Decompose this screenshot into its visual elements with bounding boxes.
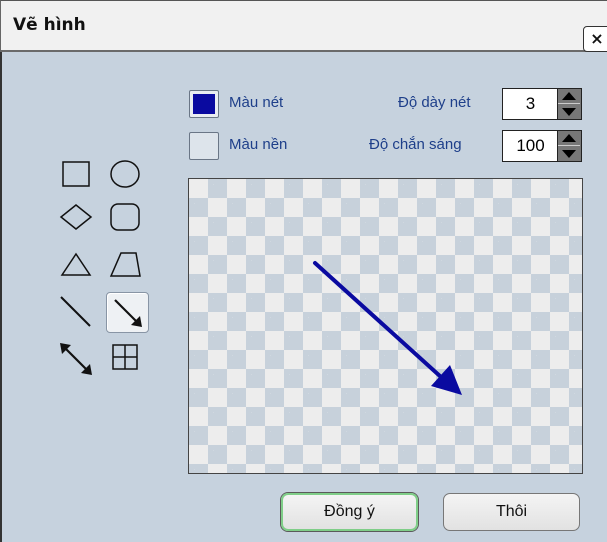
- arrow-down-icon: [562, 108, 576, 116]
- tool-arrow[interactable]: [106, 292, 149, 333]
- opacity-spin-buttons: [557, 131, 581, 161]
- tool-rounded-rectangle[interactable]: [106, 198, 144, 236]
- triangle-icon: [60, 252, 92, 276]
- stroke-color-fill: [193, 94, 215, 114]
- drawing-canvas[interactable]: [188, 178, 583, 474]
- arrow-up-icon: [562, 92, 576, 100]
- trapezoid-icon: [109, 252, 141, 277]
- stroke-width-label: Độ dày nét: [398, 94, 471, 111]
- tool-rectangle[interactable]: [57, 155, 95, 193]
- title-bar: Vẽ hình ×: [0, 0, 607, 52]
- tool-grid[interactable]: [106, 338, 144, 376]
- arrow-icon: [114, 299, 142, 327]
- double-arrow-icon: [60, 343, 92, 375]
- fill-color-swatch[interactable]: [189, 132, 219, 160]
- tool-triangle[interactable]: [57, 245, 95, 283]
- stroke-width-increment[interactable]: [558, 89, 580, 104]
- dialog-title: Vẽ hình: [13, 15, 86, 35]
- tool-diamond[interactable]: [57, 198, 95, 236]
- close-button[interactable]: ×: [583, 26, 607, 52]
- opacity-input[interactable]: 100: [503, 131, 558, 161]
- fill-color-fill: [193, 136, 215, 156]
- diamond-icon: [59, 204, 93, 230]
- stroke-width-spin-buttons: [557, 89, 581, 119]
- tool-double-arrow[interactable]: [57, 340, 95, 378]
- opacity-label: Độ chắn sáng: [369, 136, 462, 153]
- grid-icon: [112, 344, 138, 370]
- tool-trapezoid[interactable]: [106, 245, 144, 283]
- line-icon: [60, 296, 91, 327]
- cancel-button[interactable]: Thôi: [443, 493, 580, 531]
- opacity-spinner: 100: [502, 130, 582, 162]
- tool-ellipse[interactable]: [106, 155, 144, 193]
- arrow-up-icon: [562, 134, 576, 142]
- stroke-color-swatch[interactable]: [189, 90, 219, 118]
- tool-line[interactable]: [57, 293, 95, 331]
- rectangle-icon: [62, 161, 90, 187]
- fill-color-label: Màu nền: [229, 136, 288, 153]
- stroke-color-label: Màu nét: [229, 94, 284, 111]
- drawn-arrow: [313, 261, 462, 395]
- stroke-width-decrement[interactable]: [558, 105, 580, 119]
- stroke-width-spinner: 3: [502, 88, 582, 120]
- stroke-width-input[interactable]: 3: [503, 89, 558, 119]
- ellipse-icon: [110, 160, 140, 188]
- rounded-rectangle-icon: [110, 203, 140, 231]
- window-border: [0, 52, 2, 542]
- opacity-increment[interactable]: [558, 131, 580, 146]
- opacity-decrement[interactable]: [558, 147, 580, 161]
- ok-button[interactable]: Đồng ý: [281, 493, 418, 531]
- draw-shape-dialog: Vẽ hình × Màu nét Màu nền Độ dày nét 3 Đ…: [0, 0, 607, 542]
- arrow-down-icon: [562, 150, 576, 158]
